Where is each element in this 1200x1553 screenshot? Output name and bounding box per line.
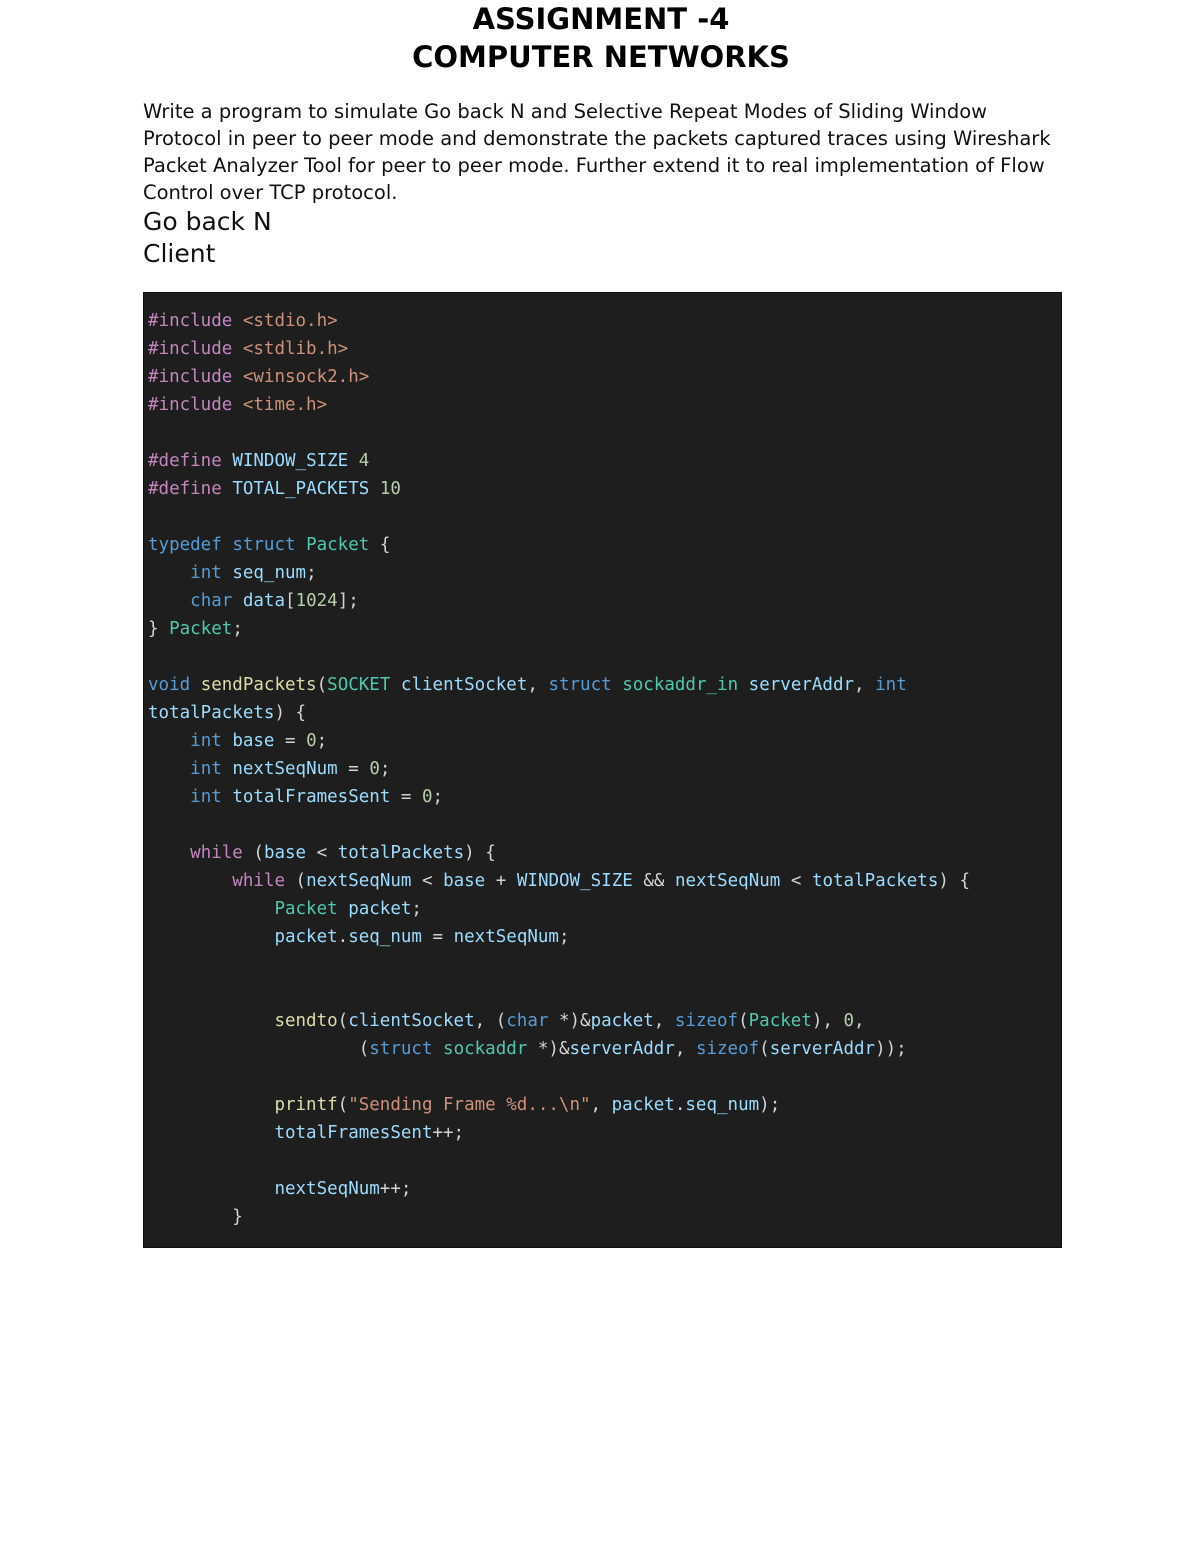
subsection-heading-client: Client [143,239,216,268]
section-heading-go-back-n: Go back N [143,207,272,236]
document-content: ASSIGNMENT -4 COMPUTER NETWORKS Write a … [143,0,1062,1248]
document-page: ASSIGNMENT -4 COMPUTER NETWORKS Write a … [0,0,1200,1553]
intro-paragraph: Write a program to simulate Go back N an… [143,100,1051,204]
code-block-client: #include <stdio.h> #include <stdlib.h> #in… [143,292,1062,1248]
document-title-line-1: ASSIGNMENT -4 [472,2,730,36]
code-listing: #include <stdio.h> #include <stdlib.h> #in… [148,311,970,1227]
document-title-line-2: COMPUTER NETWORKS [412,40,790,74]
